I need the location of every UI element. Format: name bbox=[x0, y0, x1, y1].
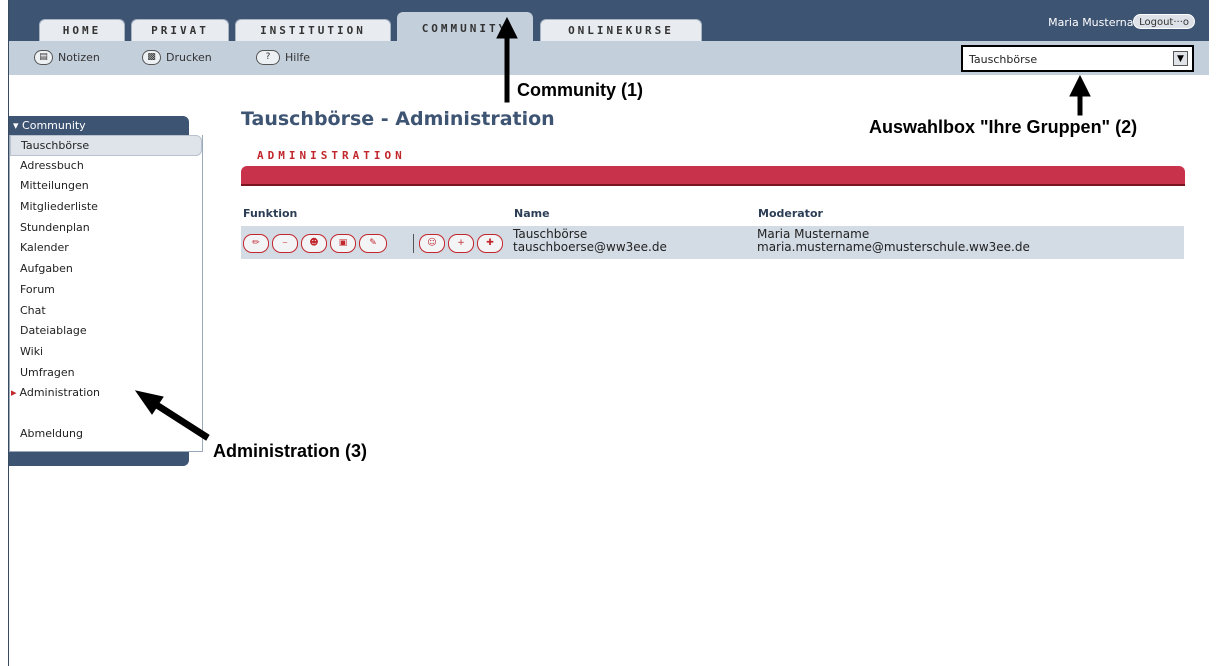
annotation-auswahlbox: Auswahlbox "Ihre Gruppen" (2) bbox=[869, 117, 1138, 137]
annotation-community: Community (1) bbox=[517, 80, 643, 100]
arrow-community bbox=[496, 16, 518, 103]
arrow-administration bbox=[134, 390, 210, 441]
arrow-groupselect bbox=[1069, 74, 1091, 116]
annotation-administration: Administration (3) bbox=[213, 441, 368, 461]
app-frame: HOME PRIVAT INSTITUTION COMMUNITY ONLINE… bbox=[8, 0, 1209, 666]
